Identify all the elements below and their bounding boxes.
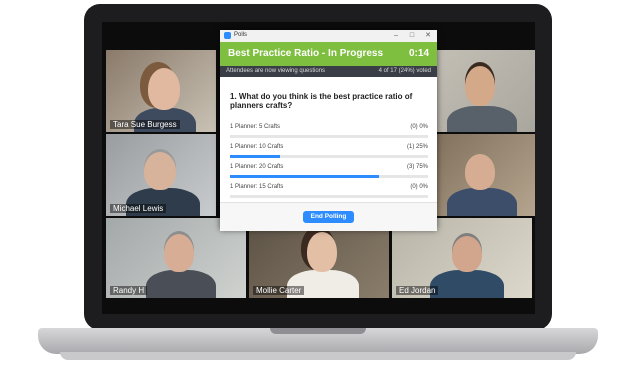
option-label: 1 Planner: 5 Crafts — [230, 124, 281, 130]
poll-option: 1 Planner: 20 Crafts (3) 75% — [230, 164, 428, 186]
option-progress-fill — [230, 175, 379, 178]
laptop-foot — [60, 352, 576, 360]
option-progress-track — [230, 175, 428, 178]
option-percent: (0) 0% — [410, 124, 428, 130]
poll-titlebar: Polls – □ ✕ — [220, 30, 437, 42]
window-title: Polls — [234, 32, 248, 38]
option-label: 1 Planner: 20 Crafts — [230, 164, 284, 170]
participant-name: Mollie Carter — [253, 286, 305, 295]
laptop-hinge-notch — [270, 328, 366, 334]
poll-question: 1. What do you think is the best practic… — [230, 92, 413, 110]
zoom-app-icon — [224, 32, 231, 39]
poll-option: 1 Planner: 5 Crafts (0) 0% — [230, 124, 428, 146]
participant-tile[interactable] — [425, 134, 535, 216]
end-polling-button[interactable]: End Polling — [303, 211, 354, 223]
option-progress-track — [230, 135, 428, 138]
poll-header: Best Practice Ratio - In Progress 0:14 — [220, 42, 437, 66]
participant-name: Michael Lewis — [110, 204, 167, 213]
participant-tile[interactable]: Tara Sue Burgess — [106, 50, 216, 132]
participant-name: Tara Sue Burgess — [110, 120, 180, 129]
vote-count: 4 of 17 (24%) voted — [378, 68, 431, 74]
participant-tile[interactable]: Michael Lewis — [106, 134, 216, 216]
option-progress-track — [230, 155, 428, 158]
poll-option: 1 Planner: 10 Crafts (1) 25% — [230, 144, 428, 166]
status-message: Attendees are now viewing questions — [226, 68, 326, 74]
minimize-icon[interactable]: – — [391, 31, 401, 41]
poll-title: Best Practice Ratio - In Progress — [228, 48, 384, 59]
option-label: 1 Planner: 10 Crafts — [230, 144, 284, 150]
poll-status-bar: Attendees are now viewing questions 4 of… — [220, 66, 437, 77]
close-icon[interactable]: ✕ — [423, 31, 433, 41]
option-percent: (3) 75% — [406, 164, 428, 170]
option-progress-track — [230, 195, 428, 198]
poll-footer: End Polling — [220, 202, 437, 231]
option-percent: (1) 25% — [406, 144, 428, 150]
participant-name: Ed Jordan — [396, 286, 439, 295]
option-label: 1 Planner: 15 Crafts — [230, 184, 284, 190]
participant-tile[interactable] — [425, 50, 535, 132]
maximize-icon[interactable]: □ — [407, 31, 417, 41]
poll-window: Polls – □ ✕ Best Practice Ratio - In Pro… — [220, 30, 437, 231]
option-percent: (0) 0% — [410, 184, 428, 190]
poll-timer: 0:14 — [408, 48, 429, 59]
participant-name: Randy H — [110, 286, 148, 295]
option-progress-fill — [230, 155, 280, 158]
